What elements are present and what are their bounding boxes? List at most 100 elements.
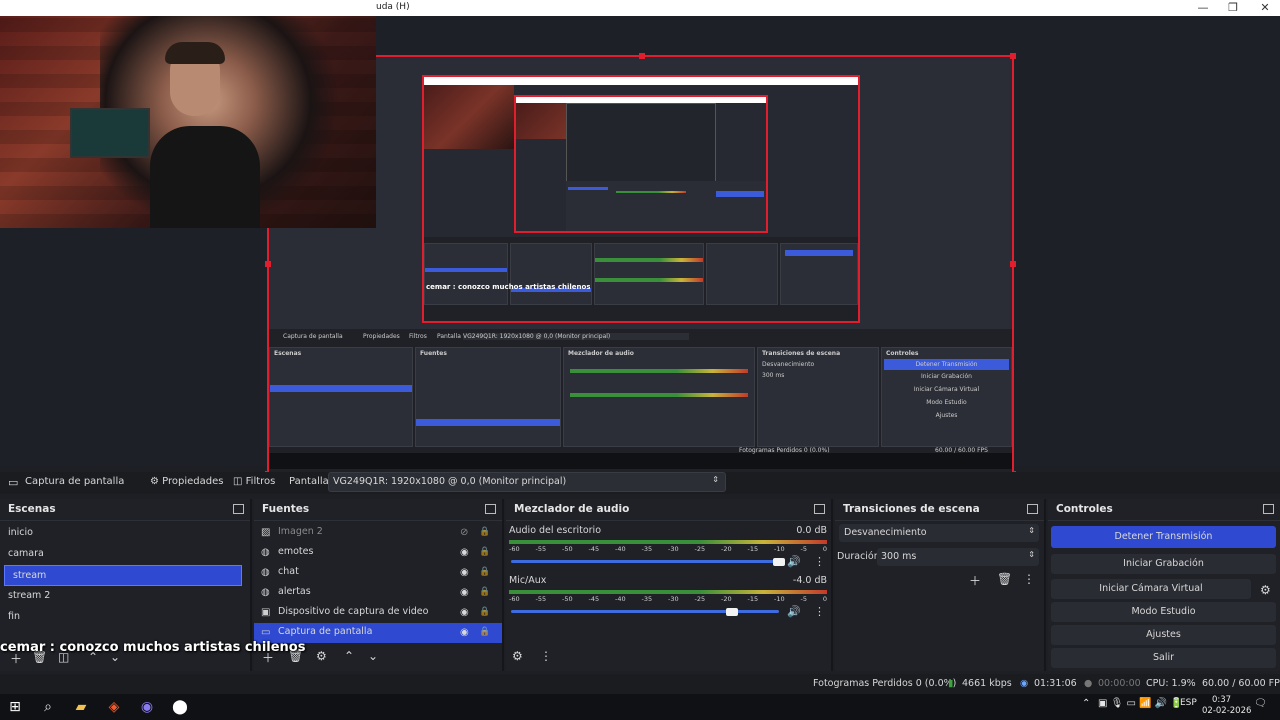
speaker-icon[interactable]: 🔊 [787,555,801,568]
meter-tick-label: 0 [822,545,827,553]
speaker-icon[interactable]: 🔊 [787,605,801,618]
eye-icon[interactable]: ◉ [460,567,469,578]
source-item[interactable]: ◍ chat ◉ 🔒 [254,563,502,583]
language-indicator[interactable]: ESP [1180,698,1197,708]
lock-icon[interactable]: 🔒 [479,547,490,557]
meter-tick-label: -5 [800,595,807,603]
meter-tick-label: -55 [535,595,547,603]
chevron-up-icon[interactable]: ⌃ [344,649,354,663]
search-icon[interactable]: ⌕ [37,697,59,717]
volume-slider-thumb[interactable] [773,558,785,566]
kebab-menu-icon[interactable]: ⋮ [814,555,825,568]
float-icon[interactable] [233,504,244,514]
scene-item[interactable]: camara [0,544,250,565]
display-select[interactable]: VG249Q1R: 1920x1080 @ 0,0 (Monitor princ… [328,472,726,492]
clock-date[interactable]: 02-02-2026 [1202,706,1251,716]
lock-icon[interactable]: 🔒 [479,587,490,597]
scene-item[interactable]: stream [4,565,242,586]
eye-icon[interactable]: ◉ [460,547,469,558]
volume-slider[interactable] [511,610,779,613]
kebab-menu-icon[interactable]: ⋮ [1023,572,1035,586]
eye-off-icon[interactable]: ⊘ [460,527,468,538]
meter-tick-label: -10 [774,595,785,603]
scene-item[interactable]: fin [0,607,250,628]
meter-tick-label: -60 [509,545,520,553]
windows-start-icon[interactable]: ⊞ [4,697,26,717]
source-name: emotes [278,546,314,557]
nested-preview-2 [514,95,768,233]
dropped-frames: Fotogramas Perdidos 0 (0.0%) [813,678,957,689]
meter-tick-label: -45 [588,595,600,603]
add-icon[interactable]: ＋ [969,572,981,589]
transition-select[interactable]: Desvanecimiento ⇕ [839,524,1039,542]
float-icon[interactable] [1263,504,1274,514]
gear-icon[interactable]: ⚙ [1260,583,1271,597]
eye-icon[interactable]: ◉ [460,607,469,618]
meter-tick-label: -50 [562,595,573,603]
start-recording-button[interactable]: Iniciar Grabación [1051,554,1276,574]
controls-title: Controles [1048,499,1280,521]
minimize-button[interactable]: — [1188,0,1218,16]
close-button[interactable]: ✕ [1250,0,1280,16]
restore-button[interactable]: ❐ [1218,0,1248,16]
clock-time[interactable]: 0:37 [1212,695,1231,705]
source-item[interactable]: ◍ emotes ◉ 🔒 [254,543,502,563]
source-item[interactable]: ◍ alertas ◉ 🔒 [254,583,502,603]
browser-icon: ◍ [261,587,270,598]
settings-button[interactable]: Ajustes [1051,625,1276,645]
meter-tick-label: -30 [668,545,679,553]
meter-tick-label: -45 [588,545,600,553]
lock-icon[interactable]: 🔒 [479,627,490,637]
exit-button[interactable]: Salir [1051,648,1276,668]
gear-icon[interactable]: ⚙ [316,649,327,663]
window-title: uda (H) [376,2,410,12]
meter-tick-label: 0 [822,595,827,603]
scene-item[interactable]: stream 2 [0,586,250,607]
app-icon[interactable]: ◉ [136,697,158,717]
folder-icon[interactable]: ▰ [70,697,92,717]
float-icon[interactable] [1027,504,1038,514]
volume-slider[interactable] [511,560,779,563]
notification-icon[interactable]: 🗨 [1254,698,1267,709]
source-item[interactable]: ▣ Dispositivo de captura de video ◉ 🔒 [254,603,502,623]
meter-tick-label: -25 [694,595,706,603]
properties-button[interactable]: ⚙ Propiedades [150,476,223,487]
volume-slider-thumb[interactable] [725,608,738,616]
kebab-menu-icon[interactable]: ⋮ [540,649,552,663]
gear-icon[interactable]: ⚙ [512,649,523,663]
scene-item[interactable]: inicio [0,523,250,544]
chevron-updown-icon: ⇕ [1028,526,1035,535]
eye-icon[interactable]: ◉ [460,587,469,598]
stop-streaming-button[interactable]: Detener Transmisión [1051,526,1276,548]
lock-icon[interactable]: 🔒 [479,567,490,577]
duration-spinbox[interactable]: 300 ms ⇕ [877,548,1039,566]
float-icon[interactable] [485,504,496,514]
lock-icon[interactable]: 🔒 [479,527,490,537]
record-icon: ● [1084,678,1093,689]
display-label: Pantalla [289,476,329,487]
tray-chevron-icon[interactable]: ⌃ [1082,698,1090,709]
meter-tick-label: -20 [721,595,732,603]
monitor-icon: ▭ [261,627,271,638]
filters-button[interactable]: ◫ Filtros [233,476,275,487]
trash-icon[interactable]: 🗑 [997,572,1012,586]
tray-icons[interactable]: ▣ 🎙 ▭ 📶 🔊 🔋 [1098,698,1183,709]
kebab-menu-icon[interactable]: ⋮ [814,605,825,618]
source-item[interactable]: ▨ Imagen 2 ⊘ 🔒 [254,523,502,543]
studio-mode-button[interactable]: Modo Estudio [1051,602,1276,622]
window-titlebar: uda (H) — ❐ ✕ [0,0,1280,16]
cpu-usage: CPU: 1.9% [1146,678,1196,689]
brave-icon[interactable]: ◈ [103,697,125,717]
monitor-icon: ▭ [8,476,19,489]
eye-icon[interactable]: ◉ [460,627,469,638]
stream-icon: ◉ [1020,678,1029,689]
mixer-title: Mezclador de audio [506,499,831,521]
selected-source-bounds[interactable]: cemar : conozco muchos artistas chilenos… [265,53,1016,477]
float-icon[interactable] [814,504,825,514]
meter-tick-label: -35 [641,545,653,553]
chevron-down-icon[interactable]: ⌄ [368,649,378,663]
lock-icon[interactable]: 🔒 [479,607,490,617]
start-virtual-camera-button[interactable]: Iniciar Cámara Virtual [1051,579,1251,599]
preview-canvas[interactable]: cemar : conozco muchos artistas chilenos… [0,16,1280,477]
obs-icon[interactable]: ⬤ [169,697,191,717]
